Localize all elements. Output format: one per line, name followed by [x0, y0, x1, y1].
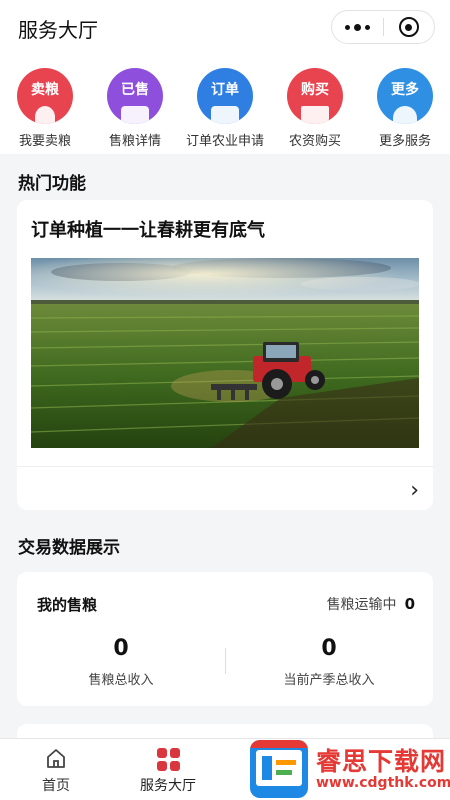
quick-services: 卖粮 我要卖粮 已售 售粮详情 订单 订单农业申请 购买 农资购买 更多 更多服…	[0, 56, 450, 154]
dot-icon	[344, 24, 350, 30]
watermark-url: www.cdgthk.com	[316, 775, 450, 791]
quick-item-purchase[interactable]: 购买 农资购买	[270, 68, 360, 149]
grid-icon	[112, 745, 224, 773]
purchase-icon: 购买	[287, 68, 343, 124]
total-income-label: 售粮总收入	[88, 673, 154, 688]
quick-item-more-services[interactable]: 更多 更多服务	[360, 68, 450, 149]
more-menu-button[interactable]	[332, 11, 383, 43]
transport-value: 0	[404, 595, 415, 613]
card-divider	[17, 466, 433, 467]
section-title-hot: 热门功能	[18, 174, 86, 194]
more-services-icon: 更多	[377, 68, 433, 124]
close-button[interactable]	[383, 11, 434, 43]
watermark-logo	[250, 740, 308, 798]
tab-label: 首页	[42, 778, 70, 794]
top-bar: 服务大厅	[0, 0, 450, 56]
quick-item-label: 更多服务	[378, 134, 431, 149]
watermark-name: 睿思下载网	[316, 747, 447, 776]
quick-item-label: 售粮详情	[108, 134, 161, 149]
total-income-value: 0	[113, 636, 129, 661]
quick-item-sell-grain[interactable]: 卖粮 我要卖粮	[0, 68, 90, 149]
miniprogram-capsule	[331, 10, 435, 44]
total-income-stat: 0 售粮总收入	[17, 636, 225, 688]
dot-icon	[364, 24, 370, 30]
hot-card-title: 订单种植一一让春耕更有底气	[31, 220, 265, 241]
transport-label: 售粮运输中	[326, 597, 397, 613]
site-watermark: 睿思下载网 www.cdgthk.com	[250, 740, 450, 800]
quick-item-sold-detail[interactable]: 已售 售粮详情	[90, 68, 180, 149]
hot-feature-card[interactable]: 订单种植一一让春耕更有底气 ›	[17, 200, 433, 510]
tab-service-hall[interactable]: 服务大厅	[112, 745, 224, 795]
order-apply-icon: 订单	[197, 68, 253, 124]
tab-home[interactable]: 首页	[0, 745, 112, 795]
tractor-field-image	[31, 258, 419, 448]
quick-item-label: 农资购买	[288, 134, 341, 149]
quick-item-order-apply[interactable]: 订单 订单农业申请	[180, 68, 270, 149]
section-title-stats: 交易数据展示	[18, 538, 120, 558]
sold-detail-icon: 已售	[107, 68, 163, 124]
stats-card-title: 我的售粮	[37, 596, 98, 614]
transport-status: 售粮运输中 0	[327, 594, 415, 614]
season-income-stat: 0 当前产季总收入	[225, 636, 433, 688]
season-income-label: 当前产季总收入	[283, 673, 375, 688]
home-icon	[0, 745, 112, 773]
chevron-right-icon[interactable]: ›	[410, 478, 419, 503]
quick-item-label: 订单农业申请	[185, 134, 264, 149]
quick-item-label: 我要卖粮	[18, 134, 71, 149]
sell-grain-icon: 卖粮	[17, 68, 73, 124]
season-income-value: 0	[321, 636, 337, 661]
page-title: 服务大厅	[18, 18, 98, 42]
my-grain-sales-card: 我的售粮 售粮运输中 0 0 售粮总收入 0 当前产季总收入	[17, 572, 433, 706]
dot-icon	[353, 23, 361, 31]
close-target-icon	[398, 17, 419, 37]
tab-label: 服务大厅	[140, 778, 196, 794]
